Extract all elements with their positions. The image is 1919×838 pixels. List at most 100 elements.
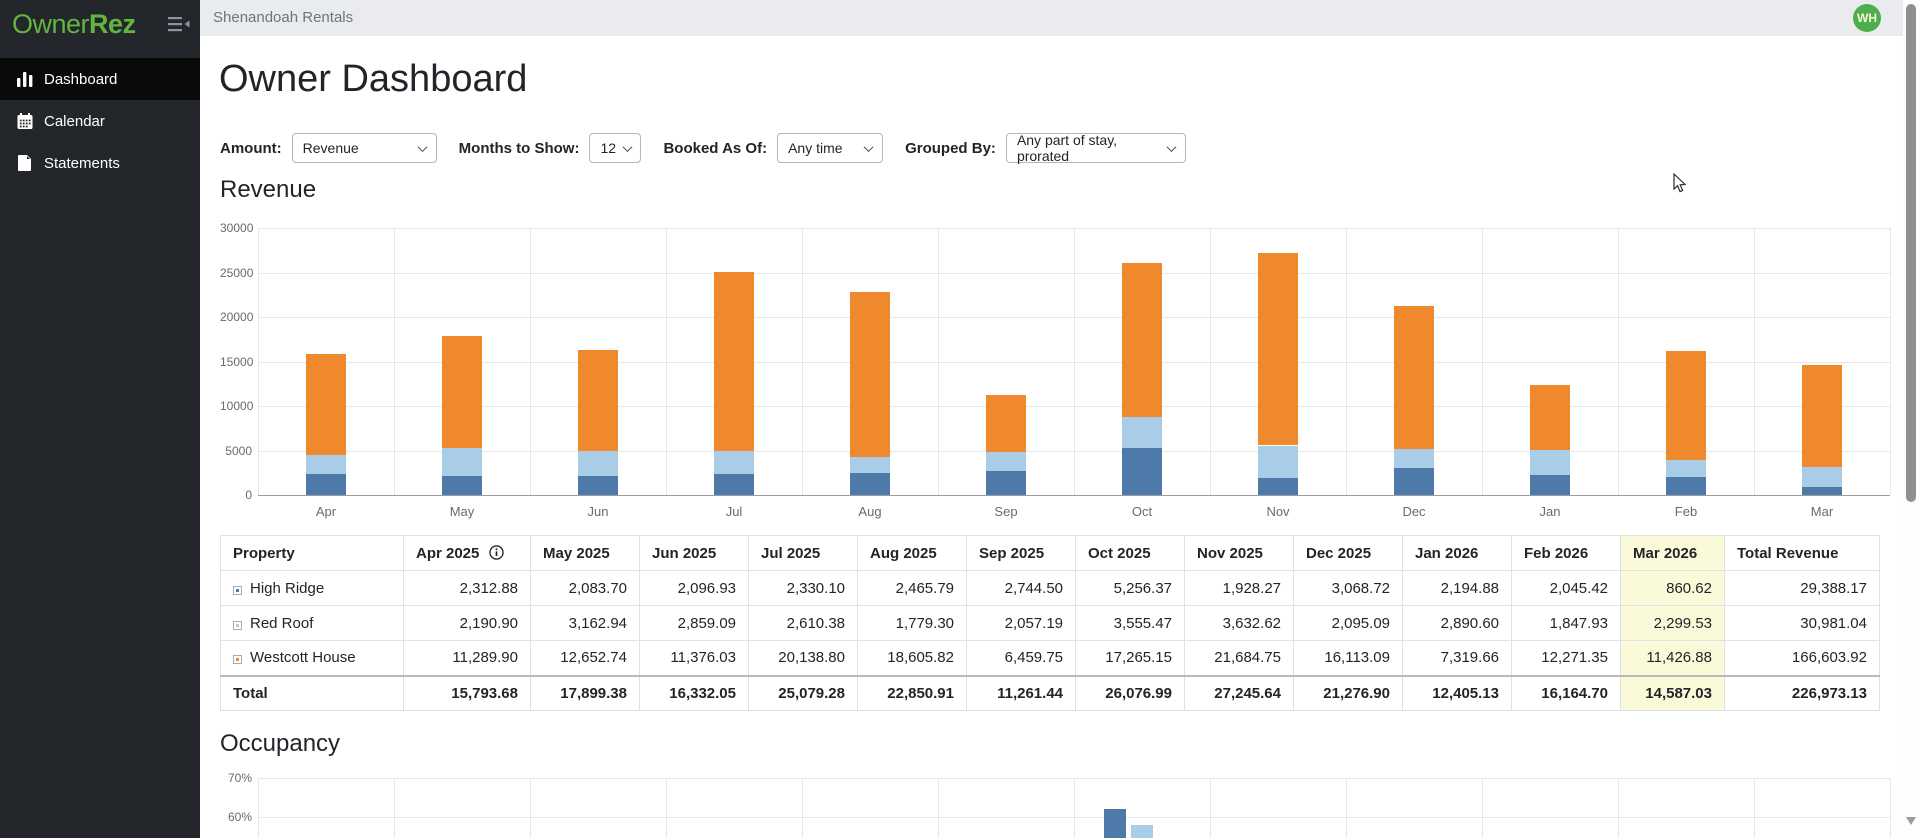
bar-segment-high-ridge[interactable] bbox=[578, 476, 618, 495]
value-cell: 6,459.75 bbox=[966, 640, 1076, 676]
total-value-cell: 22,850.91 bbox=[857, 674, 967, 711]
x-axis-category-label: Jul bbox=[725, 504, 743, 519]
sidebar-item-statements[interactable]: Statements bbox=[0, 142, 200, 184]
total-value-cell: 26,076.99 bbox=[1075, 674, 1185, 711]
y-axis-tick-label: 10000 bbox=[220, 399, 254, 413]
gridline bbox=[258, 778, 259, 838]
column-header: Total Revenue bbox=[1724, 535, 1880, 571]
account-name: Shenandoah Rentals bbox=[213, 9, 354, 26]
months-to-show-select[interactable]: 12 bbox=[589, 133, 642, 163]
bar-segment-high-ridge[interactable] bbox=[850, 473, 890, 495]
bar-segment-red-roof[interactable] bbox=[1122, 416, 1162, 449]
property-cell: Westcott House bbox=[220, 640, 404, 676]
bar-segment-high-ridge[interactable] bbox=[1666, 476, 1706, 495]
value-cell: 2,890.60 bbox=[1402, 605, 1512, 641]
sidebar-collapse-icon[interactable] bbox=[168, 16, 190, 37]
bar-segment-red-roof[interactable] bbox=[1530, 449, 1570, 476]
gridline bbox=[1074, 778, 1075, 838]
x-axis-category-label: Oct bbox=[1131, 504, 1153, 519]
gridline bbox=[938, 228, 939, 495]
info-icon[interactable] bbox=[488, 544, 504, 560]
column-header: Nov 2025 bbox=[1184, 535, 1294, 571]
bar-segment-red-roof[interactable] bbox=[578, 450, 618, 477]
value-cell: 16,113.09 bbox=[1293, 640, 1403, 676]
bar-segment-high-ridge[interactable] bbox=[1394, 467, 1434, 495]
page-scrollbar[interactable] bbox=[1903, 0, 1919, 838]
bar-segment-red-roof[interactable] bbox=[1802, 466, 1842, 488]
booked-as-of-select-value: Any time bbox=[788, 140, 843, 156]
value-cell: 2,095.09 bbox=[1293, 605, 1403, 641]
bar-segment-westcott-house[interactable] bbox=[306, 354, 346, 455]
bar-segment-high-ridge[interactable] bbox=[1258, 477, 1298, 495]
column-header: Jun 2025 bbox=[639, 535, 749, 571]
sidebar-item-dashboard[interactable]: Dashboard bbox=[0, 58, 200, 100]
bar-segment-high-ridge[interactable] bbox=[986, 470, 1026, 495]
column-header: Apr 2025 bbox=[403, 535, 531, 571]
bar-segment-westcott-house[interactable] bbox=[1394, 305, 1434, 450]
table-row: Red Roof 2,190.90 3,162.94 2,859.09 2,610.38… bbox=[220, 605, 1880, 641]
scrollbar-down-arrow-icon[interactable] bbox=[1906, 817, 1916, 825]
value-cell: 2,465.79 bbox=[857, 570, 967, 606]
bar-segment-westcott-house[interactable] bbox=[1122, 262, 1162, 417]
bar-segment-red-roof[interactable] bbox=[714, 451, 754, 475]
chevron-down-icon bbox=[417, 141, 428, 152]
value-cell: 11,289.90 bbox=[403, 640, 531, 676]
gridline bbox=[394, 228, 395, 495]
bar-segment-westcott-house[interactable] bbox=[714, 271, 754, 452]
bar-segment-westcott-house[interactable] bbox=[1802, 365, 1842, 467]
bar-segment-westcott-house[interactable] bbox=[442, 335, 482, 449]
bar-segment-high-ridge[interactable] bbox=[1530, 475, 1570, 495]
logo-rez: Rez bbox=[89, 8, 136, 39]
occupancy-bar-high-ridge[interactable] bbox=[1103, 809, 1126, 838]
value-cell: 860.62 bbox=[1620, 570, 1725, 606]
gridline bbox=[1346, 778, 1347, 838]
chevron-down-icon bbox=[1166, 141, 1177, 152]
amount-filter-label: Amount: bbox=[220, 139, 282, 157]
value-cell: 166,603.92 bbox=[1724, 640, 1880, 676]
bar-segment-red-roof[interactable] bbox=[1666, 460, 1706, 477]
gridline bbox=[1754, 228, 1755, 495]
user-avatar[interactable]: WH bbox=[1853, 4, 1881, 32]
booked-as-of-select[interactable]: Any time bbox=[777, 133, 884, 163]
value-cell: 1,928.27 bbox=[1184, 570, 1294, 606]
scrollbar-thumb[interactable] bbox=[1906, 4, 1916, 502]
bar-segment-westcott-house[interactable] bbox=[986, 394, 1026, 453]
bar-segment-red-roof[interactable] bbox=[986, 452, 1026, 471]
bar-segment-red-roof[interactable] bbox=[1258, 445, 1298, 478]
amount-select[interactable]: Revenue bbox=[291, 133, 437, 163]
gridline bbox=[530, 778, 531, 838]
occupancy-section-title: Occupancy bbox=[220, 730, 341, 757]
bar-segment-red-roof[interactable] bbox=[306, 454, 346, 475]
occupancy-bar-red-roof[interactable] bbox=[1131, 824, 1153, 838]
bar-segment-westcott-house[interactable] bbox=[1530, 384, 1570, 450]
value-cell: 2,045.42 bbox=[1511, 570, 1621, 606]
bar-segment-westcott-house[interactable] bbox=[1258, 252, 1298, 446]
revenue-chart: 0 5000 10000 15000 20000 25000 30000 Apr May Jun J… bbox=[220, 220, 1892, 522]
bar-segment-westcott-house[interactable] bbox=[578, 349, 618, 451]
bar-segment-high-ridge[interactable] bbox=[306, 474, 346, 495]
property-cell: High Ridge bbox=[220, 570, 404, 606]
value-cell: 2,190.90 bbox=[403, 605, 531, 641]
bar-segment-red-roof[interactable] bbox=[850, 457, 890, 474]
x-axis-line bbox=[258, 495, 1890, 496]
sidebar-item-calendar[interactable]: Calendar bbox=[0, 100, 200, 142]
value-cell: 2,083.70 bbox=[530, 570, 640, 606]
bar-segment-high-ridge[interactable] bbox=[714, 474, 754, 495]
grouped-by-select[interactable]: Any part of stay, prorated bbox=[1005, 132, 1186, 164]
bar-segment-high-ridge[interactable] bbox=[1802, 487, 1842, 495]
ownerrez-logo[interactable]: OwnerRez bbox=[12, 9, 136, 40]
bar-segment-red-roof[interactable] bbox=[442, 448, 482, 477]
gridline bbox=[1482, 228, 1483, 495]
bar-segment-westcott-house[interactable] bbox=[850, 291, 890, 458]
gridline bbox=[802, 778, 803, 838]
bar-segment-red-roof[interactable] bbox=[1394, 449, 1434, 468]
bar-segment-high-ridge[interactable] bbox=[1122, 448, 1162, 495]
page-title: Owner Dashboard bbox=[219, 58, 528, 100]
column-header: Dec 2025 bbox=[1293, 535, 1403, 571]
gridline bbox=[1210, 778, 1211, 838]
value-cell: 12,271.35 bbox=[1511, 640, 1621, 676]
bar-segment-high-ridge[interactable] bbox=[442, 476, 482, 495]
bar-segment-westcott-house[interactable] bbox=[1666, 351, 1706, 461]
table-row: High Ridge 2,312.88 2,083.70 2,096.93 2,330.… bbox=[220, 570, 1880, 606]
y-axis-tick-label: 0 bbox=[245, 488, 252, 502]
